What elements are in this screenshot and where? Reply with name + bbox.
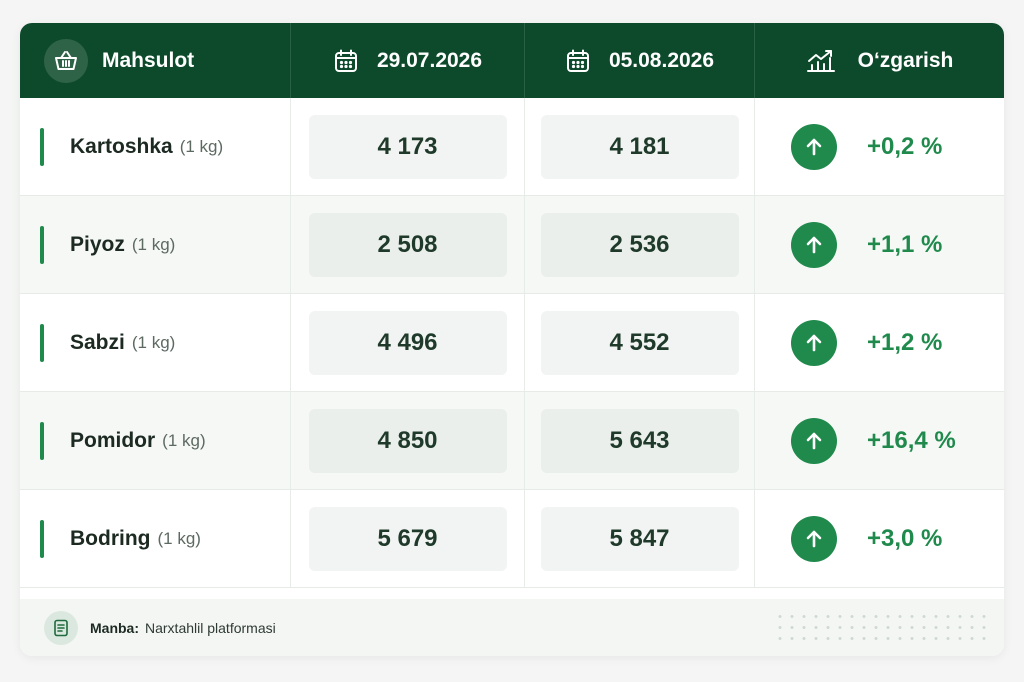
product-name: Bodring [70,526,151,550]
price-date2: 4 181 [540,114,739,179]
price-table-card: Mahsulot 29.07.2026 05.08.2026 O‘zgarish… [20,23,1004,656]
product-unit: (1 kg) [179,136,224,156]
product-unit: (1 kg) [157,528,201,548]
header-change: O‘zgarish [755,23,1004,98]
table-row: Pomidor (1 kg) 4 850 5 643 +16,4 % [20,392,1004,490]
product-name: Sabzi [70,330,125,354]
price-date1: 5 679 [308,506,507,571]
arrow-up-icon [791,221,837,268]
trend-chart-icon [806,48,836,74]
arrow-up-icon [791,417,837,464]
change-cell: +0,2 % [755,98,1004,195]
price-date1-cell: 4 496 [291,294,525,391]
price-date2: 2 536 [540,212,739,277]
change-percent: +1,1 % [867,230,943,258]
change-cell: +16,4 % [755,392,1004,489]
document-icon [44,610,78,645]
price-date1: 4 850 [308,408,507,473]
header-product: Mahsulot [20,23,291,98]
price-date2-cell: 5 847 [525,490,755,587]
row-accent-bar [40,127,44,166]
price-date2: 5 643 [540,408,739,473]
price-date1: 4 496 [308,310,507,375]
row-accent-bar [40,323,44,362]
arrow-up-icon [791,123,837,170]
decorative-dot-pattern [774,611,990,645]
basket-icon [44,38,88,83]
change-percent: +0,2 % [867,132,943,160]
header-date2-label: 05.08.2026 [608,48,715,72]
product-cell: Sabzi (1 kg) [20,294,291,391]
price-date1-cell: 4 850 [291,392,525,489]
header-date1-label: 29.07.2026 [376,48,483,72]
row-accent-bar [40,421,44,460]
product-cell: Kartoshka (1 kg) [20,98,291,195]
product-cell: Piyoz (1 kg) [20,196,291,293]
header-date2: 05.08.2026 [525,23,755,98]
source-value: Narxtahlil platformasi [145,619,276,636]
product-name: Piyoz [70,232,125,256]
calendar-icon [333,48,359,74]
header-product-label: Mahsulot [102,48,195,72]
arrow-up-icon [791,319,837,366]
product-unit: (1 kg) [131,332,176,352]
price-date2-cell: 4 181 [525,98,755,195]
row-accent-bar [40,225,44,264]
table-row: Bodring (1 kg) 5 679 5 847 +3,0 % [20,490,1004,588]
price-date1: 4 173 [308,114,507,179]
header-change-label: O‘zgarish [857,48,954,72]
product-name: Kartoshka [70,134,173,158]
price-date2-cell: 4 552 [525,294,755,391]
table-row: Sabzi (1 kg) 4 496 4 552 +1,2 % [20,294,1004,392]
table-body: Kartoshka (1 kg) 4 173 4 181 +0,2 % Piyoz (1 k… [20,98,1004,588]
price-date1-cell: 5 679 [291,490,525,587]
change-cell: +1,1 % [755,196,1004,293]
row-accent-bar [40,519,44,558]
price-date2-cell: 5 643 [525,392,755,489]
change-cell: +1,2 % [755,294,1004,391]
product-cell: Pomidor (1 kg) [20,392,291,489]
arrow-up-icon [791,515,837,562]
price-date1-cell: 2 508 [291,196,525,293]
table-row: Kartoshka (1 kg) 4 173 4 181 +0,2 % [20,98,1004,196]
price-date1-cell: 4 173 [291,98,525,195]
product-cell: Bodring (1 kg) [20,490,291,587]
change-percent: +3,0 % [867,524,943,552]
calendar-icon [565,48,591,74]
price-date2: 4 552 [540,310,739,375]
source-label: Manba: [90,619,139,636]
price-date1: 2 508 [308,212,507,277]
table-header: Mahsulot 29.07.2026 05.08.2026 O‘zgarish [20,23,1004,98]
change-percent: +1,2 % [867,328,943,356]
product-name: Pomidor [70,428,156,452]
source-footer: Manba: Narxtahlil platformasi [20,599,1004,656]
change-cell: +3,0 % [755,490,1004,587]
product-unit: (1 kg) [162,430,206,450]
table-row: Piyoz (1 kg) 2 508 2 536 +1,1 % [20,196,1004,294]
product-unit: (1 kg) [131,234,176,254]
change-percent: +16,4 % [867,426,956,454]
price-date2-cell: 2 536 [525,196,755,293]
header-date1: 29.07.2026 [291,23,525,98]
price-date2: 5 847 [540,506,739,571]
